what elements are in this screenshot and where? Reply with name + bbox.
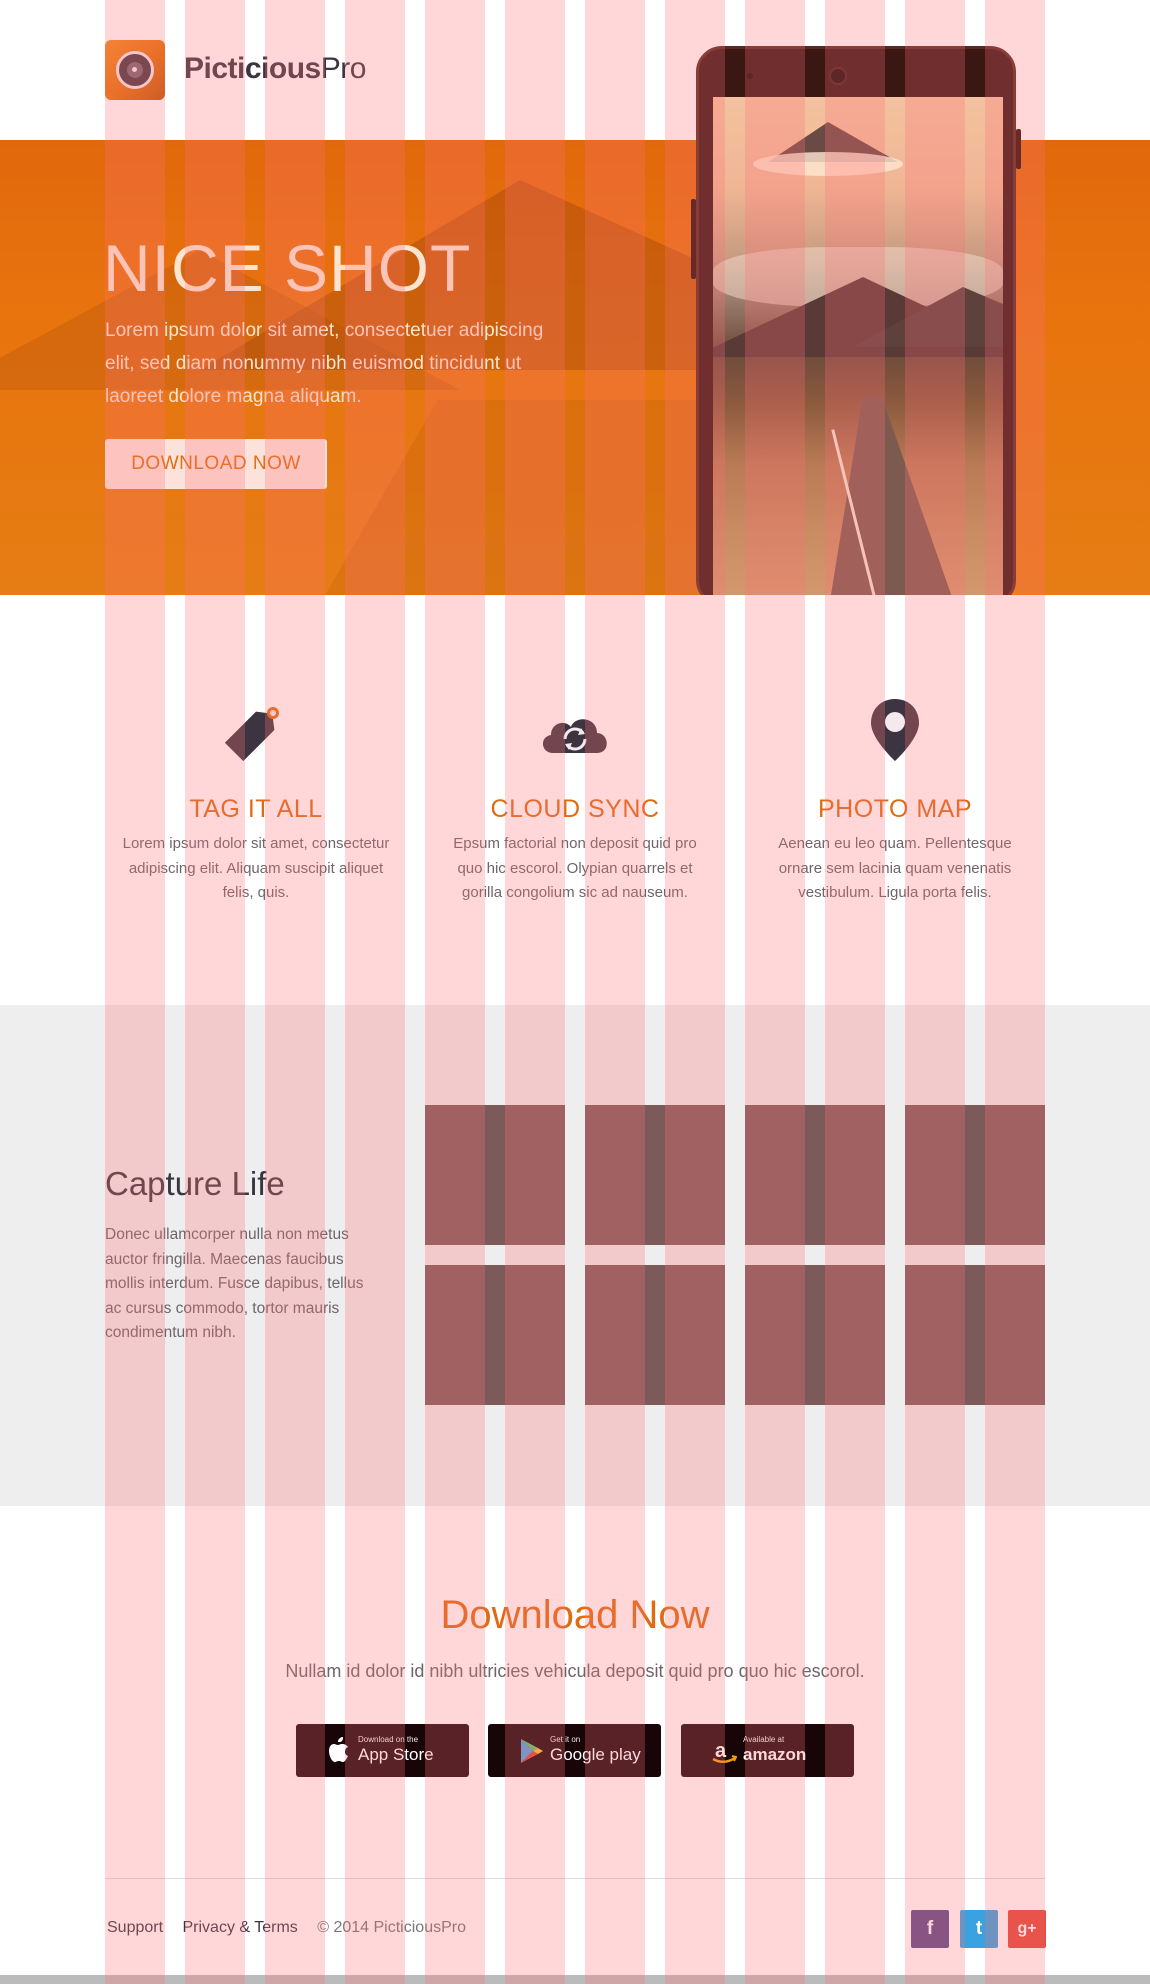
svg-text:a: a <box>715 1740 727 1762</box>
brand-name-bold: Picticious <box>184 52 321 85</box>
store-small-label: Available at <box>743 1735 785 1744</box>
privacy-terms-link[interactable]: Privacy & Terms <box>183 1919 298 1936</box>
support-link[interactable]: Support <box>107 1919 163 1936</box>
google-play-button[interactable]: Get it on Google play <box>488 1724 661 1777</box>
phone-screen-photo <box>713 97 1003 607</box>
phone-mockup <box>691 46 1021 607</box>
brand-name[interactable]: PicticiousPro <box>184 52 366 86</box>
app-store-button[interactable]: Download on the App Store <box>296 1724 469 1777</box>
feature-text: Aenean eu leo quam. Pellentesque ornare … <box>778 835 1012 901</box>
copyright-text: © 2014 PicticiousPro <box>317 1919 466 1936</box>
gallery-tile[interactable] <box>905 1105 1045 1245</box>
amazon-button[interactable]: a Available at amazon <box>681 1724 854 1777</box>
hero-title: NICE SHOT <box>103 231 472 305</box>
feature-title: TAG IT ALL <box>189 795 323 823</box>
feature-photo-map: PHOTO MAP Aenean eu leo quam. Pellentesq… <box>760 695 1030 906</box>
gallery-tile[interactable] <box>425 1265 565 1405</box>
site-footer: Support Privacy & Terms © 2014 Picticiou… <box>0 1878 1150 1975</box>
bottom-bar <box>0 1975 1150 1984</box>
store-big-label: amazon <box>743 1745 807 1764</box>
footer-links: Support Privacy & Terms © 2014 Picticiou… <box>107 1919 481 1937</box>
amazon-icon: a <box>712 1740 737 1763</box>
apple-icon <box>329 1737 348 1762</box>
feature-title: PHOTO MAP <box>817 795 973 823</box>
hero-text: Lorem ipsum dolor sit amet, consectetuer… <box>105 320 544 407</box>
gallery-tile[interactable] <box>905 1265 1045 1405</box>
camera-logo-icon[interactable] <box>105 40 165 100</box>
brand-name-light: Pro <box>320 52 367 85</box>
download-section: Download Now Nullam id dolor id nibh ult… <box>0 1506 1150 1878</box>
features-section: TAG IT ALL Lorem ipsum dolor sit amet, c… <box>0 595 1150 1005</box>
store-big-label: Google play <box>550 1745 641 1764</box>
phone-camera-icon <box>829 67 847 85</box>
google-plus-icon[interactable]: g+ <box>1008 1910 1046 1948</box>
feature-title: CLOUD SYNC <box>490 795 660 823</box>
gallery-title: Capture Life <box>105 1165 285 1202</box>
gallery-tile[interactable] <box>745 1265 885 1405</box>
store-big-label: App Store <box>358 1745 434 1764</box>
gallery-tile[interactable] <box>585 1105 725 1245</box>
feature-tag: TAG IT ALL Lorem ipsum dolor sit amet, c… <box>121 695 391 906</box>
gallery-tile[interactable] <box>585 1265 725 1405</box>
facebook-icon[interactable]: f <box>911 1910 949 1948</box>
feature-cloud-sync: CLOUD SYNC Epsum factorial non deposit q… <box>440 695 710 906</box>
download-subtitle: Nullam id dolor id nibh ultricies vehicu… <box>285 1661 865 1681</box>
gallery-section: Capture Life Donec ullamcorper nulla non… <box>0 1005 1150 1506</box>
cloud-sync-icon <box>542 719 607 753</box>
gallery-text: Donec ullamcorper nulla non metus auctor… <box>105 1226 364 1341</box>
footer-divider <box>105 1878 1045 1879</box>
feature-text: Lorem ipsum dolor sit amet, consectetur … <box>122 835 390 901</box>
gallery-tile[interactable] <box>745 1105 885 1245</box>
download-now-button[interactable]: DOWNLOAD NOW <box>105 439 327 489</box>
google-play-icon <box>521 1739 543 1763</box>
tag-icon <box>224 707 279 762</box>
map-pin-icon <box>871 699 919 761</box>
gallery-tile[interactable] <box>425 1105 565 1245</box>
download-title: Download Now <box>440 1593 710 1637</box>
store-small-label: Get it on <box>550 1735 581 1744</box>
twitter-icon[interactable]: t <box>960 1910 998 1948</box>
feature-text: Epsum factorial non deposit quid pro quo… <box>453 835 697 901</box>
store-small-label: Download on the <box>358 1735 419 1744</box>
